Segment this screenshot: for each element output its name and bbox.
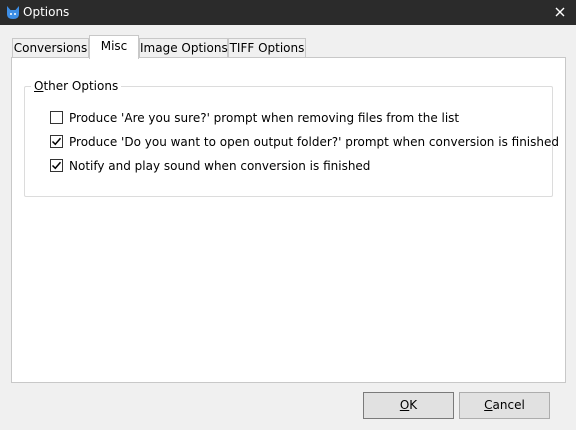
group-title-rest: ther Options bbox=[43, 79, 119, 93]
ok-label-rest: K bbox=[409, 398, 418, 412]
group-title: Other Options bbox=[31, 78, 122, 94]
tab-label: Conversions bbox=[13, 41, 88, 55]
tab-tiff-options[interactable]: TIFF Options bbox=[228, 38, 306, 58]
option-label: Produce 'Do you want to open output fold… bbox=[69, 135, 559, 149]
open-folder-prompt-checkbox[interactable] bbox=[50, 135, 63, 148]
ok-button[interactable]: OK bbox=[363, 392, 454, 419]
tab-conversions[interactable]: Conversions bbox=[12, 38, 89, 58]
ok-accelerator: O bbox=[399, 398, 410, 412]
checkmark-icon bbox=[51, 161, 62, 170]
tab-label: TIFF Options bbox=[229, 41, 305, 55]
checkmark-icon bbox=[51, 137, 62, 146]
tab-image-options[interactable]: Image Options bbox=[139, 38, 228, 58]
tab-label: Misc bbox=[100, 39, 128, 53]
misc-tab-panel: Other Options Produce 'Are you sure?' pr… bbox=[11, 57, 566, 383]
cancel-accelerator: C bbox=[484, 398, 493, 412]
close-icon bbox=[555, 7, 565, 17]
title-bar[interactable]: Options bbox=[0, 0, 576, 25]
notify-sound-checkbox[interactable] bbox=[50, 159, 63, 172]
option-label: Produce 'Are you sure?' prompt when remo… bbox=[69, 111, 460, 125]
window-title: Options bbox=[23, 5, 70, 19]
close-button[interactable] bbox=[550, 2, 570, 22]
other-options-group: Other Options Produce 'Are you sure?' pr… bbox=[24, 78, 559, 197]
cancel-button[interactable]: Cancel bbox=[459, 392, 550, 419]
tab-label: Image Options bbox=[140, 41, 228, 55]
cat-logo-icon bbox=[5, 4, 21, 20]
confirm-remove-checkbox[interactable] bbox=[50, 111, 63, 124]
cancel-label-rest: ancel bbox=[492, 398, 525, 412]
tab-misc[interactable]: Misc bbox=[89, 35, 139, 59]
option-label: Notify and play sound when conversion is… bbox=[69, 159, 371, 173]
